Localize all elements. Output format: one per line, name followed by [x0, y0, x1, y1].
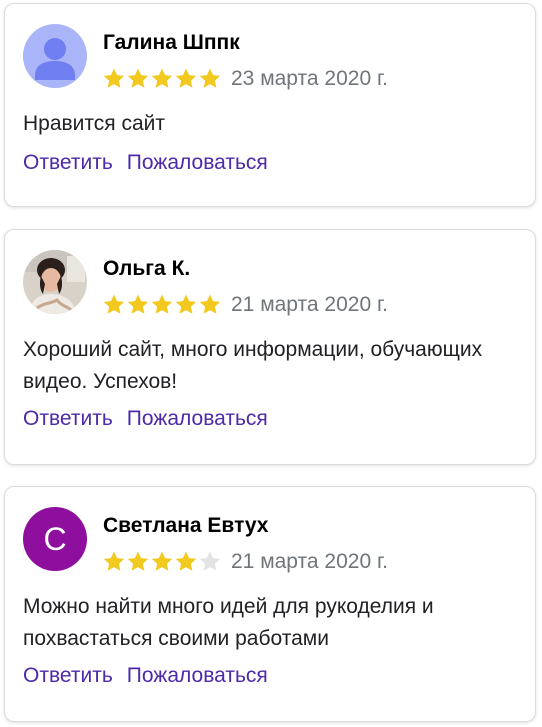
- star-filled-icon: [151, 68, 173, 88]
- star-filled-icon: [199, 68, 221, 88]
- review-date: 23 марта 2020 г.: [231, 67, 388, 90]
- star-filled-icon: [151, 294, 173, 314]
- rating-row: 21 марта 2020 г.: [102, 291, 388, 319]
- author-name[interactable]: Светлана Евтух: [103, 513, 269, 539]
- star-filled-icon: [175, 68, 197, 88]
- review-card: Ольга К. 21 марта 2020 г. Хороший сайт, …: [4, 229, 536, 465]
- review-card: Галина Шппк 23 марта 2020 г. Нравится са…: [4, 3, 536, 207]
- avatar[interactable]: С: [23, 507, 87, 571]
- avatar[interactable]: [23, 24, 87, 88]
- default-person-icon: [23, 24, 87, 88]
- avatar[interactable]: [23, 250, 87, 314]
- review-actions: Ответить Пожаловаться: [23, 406, 268, 432]
- avatar-letter: С: [43, 521, 67, 557]
- review-date: 21 марта 2020 г.: [231, 293, 388, 316]
- review-actions: Ответить Пожаловаться: [23, 150, 268, 176]
- review-text: Можно найти много идей для рукоделия и п…: [23, 595, 434, 650]
- review-date: 21 марта 2020 г.: [231, 550, 388, 573]
- user-photo: [23, 250, 87, 314]
- star-filled-icon: [103, 294, 125, 314]
- rating-row: 23 марта 2020 г.: [102, 65, 388, 93]
- author-name[interactable]: Галина Шппк: [103, 30, 240, 56]
- reply-link[interactable]: Ответить: [23, 664, 113, 687]
- author-name[interactable]: Ольга К.: [103, 256, 190, 282]
- reviews-list: Галина Шппк 23 марта 2020 г. Нравится са…: [0, 0, 542, 727]
- star-empty-icon: [199, 551, 221, 571]
- review-text: Нравится сайт: [23, 112, 166, 135]
- star-filled-icon: [103, 68, 125, 88]
- review-actions: Ответить Пожаловаться: [23, 663, 268, 689]
- reply-link[interactable]: Ответить: [23, 151, 113, 174]
- review-text: Хороший сайт, много информации, обучающи…: [23, 338, 483, 393]
- star-filled-icon: [175, 551, 197, 571]
- star-filled-icon: [175, 294, 197, 314]
- star-filled-icon: [127, 551, 149, 571]
- star-filled-icon: [103, 551, 125, 571]
- star-filled-icon: [127, 294, 149, 314]
- complain-link[interactable]: Пожаловаться: [127, 664, 268, 687]
- star-rating: [102, 293, 222, 317]
- star-filled-icon: [127, 68, 149, 88]
- star-rating: [102, 550, 222, 574]
- star-rating: [102, 67, 222, 91]
- reply-link[interactable]: Ответить: [23, 407, 113, 430]
- complain-link[interactable]: Пожаловаться: [127, 407, 268, 430]
- review-card: С Светлана Евтух 21 марта 2020 г. Можно …: [4, 486, 536, 722]
- star-filled-icon: [151, 551, 173, 571]
- star-filled-icon: [199, 294, 221, 314]
- complain-link[interactable]: Пожаловаться: [127, 151, 268, 174]
- rating-row: 21 марта 2020 г.: [102, 548, 388, 576]
